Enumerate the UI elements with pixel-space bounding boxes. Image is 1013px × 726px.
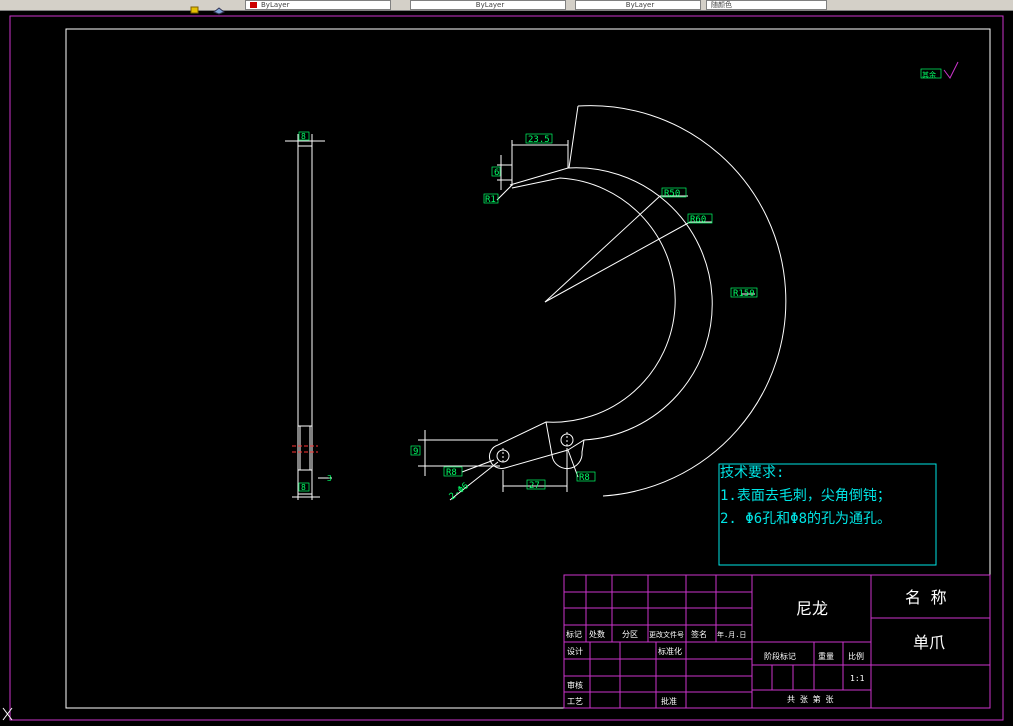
dim-r50: R50 xyxy=(664,189,680,199)
plotstyle-dropdown-value: 随颜色 xyxy=(711,1,732,9)
tech-title: 技术要求: xyxy=(720,465,784,481)
tech-requirements: 技术要求: 1.表面去毛刺，尖角倒钝； 2. Φ6孔和Φ8的孔为通孔。 xyxy=(718,463,937,566)
lineweight-dropdown[interactable]: ByLayer xyxy=(575,0,701,10)
linetype-dropdown[interactable]: ByLayer xyxy=(410,0,566,10)
scale-value: 1:1 xyxy=(850,674,865,683)
dim-6: 6 xyxy=(494,168,499,178)
standard-label: 标准化 xyxy=(658,646,682,656)
layer-manager-icon[interactable] xyxy=(213,0,225,15)
side-view-dims: 8 8 3 xyxy=(298,131,332,492)
review-label: 审核 xyxy=(567,680,583,690)
claw-dims: 23.5 6 R1 R50 R60 R150 9 R8 2-Φ6 27 R8 xyxy=(410,133,758,502)
name-label: 名 称 xyxy=(905,588,947,607)
weight-label: 重量 xyxy=(818,651,834,661)
roughness-label: 其余 xyxy=(922,70,936,79)
tech-line-1: 1.表面去毛刺，尖角倒钝； xyxy=(720,488,891,504)
approve-label: 批准 xyxy=(661,696,677,706)
sheets-text: 共 张 第 张 xyxy=(787,694,833,704)
drawing-canvas[interactable]: 8 8 3 23.5 6 R1 R50 R60 R150 9 R8 2-Φ6 2… xyxy=(0,10,1013,726)
dim-23-5: 23.5 xyxy=(528,135,550,145)
dim-r60: R60 xyxy=(690,215,706,225)
dim-side-width: 8 xyxy=(301,132,306,141)
roughness-symbol: 其余 xyxy=(920,61,959,79)
header-sign: 签名 xyxy=(691,629,707,639)
scale-label: 比例 xyxy=(848,651,864,661)
dim-phi6: 2-Φ6 xyxy=(448,481,471,502)
title-block-text: 尼龙 名 称 单爪 标记 处数 分区 更改文件号 签名 年.月.日 设计 标准化… xyxy=(566,588,947,706)
design-label: 设计 xyxy=(567,646,583,656)
layer-color-swatch xyxy=(250,2,257,8)
dim-r8: R8 xyxy=(446,468,457,478)
dim-r1: R1 xyxy=(485,195,496,205)
dim-r150: R150 xyxy=(733,289,755,299)
process-label: 工艺 xyxy=(567,697,583,706)
layer-state-icon[interactable] xyxy=(190,0,200,14)
tech-line-2: 2. Φ6孔和Φ8的孔为通孔。 xyxy=(720,511,891,527)
layer-dropdown[interactable]: ByLayer xyxy=(245,0,391,10)
linetype-dropdown-value: ByLayer xyxy=(475,1,505,9)
plotstyle-dropdown[interactable]: 随颜色 xyxy=(706,0,827,10)
part-name: 单爪 xyxy=(913,633,945,652)
claw-front-view xyxy=(418,105,787,501)
header-mark: 标记 xyxy=(566,629,582,639)
dim-side-depth: 8 xyxy=(301,483,306,492)
ucs-icon xyxy=(2,707,13,721)
sheet-border xyxy=(9,15,1004,721)
dim-r8-2: R8 xyxy=(579,473,590,483)
header-zone: 分区 xyxy=(622,630,638,639)
header-doc: 更改文件号 xyxy=(649,630,684,639)
dim-9: 9 xyxy=(413,447,418,457)
header-count: 处数 xyxy=(589,629,605,639)
dim-side-thick: 3 xyxy=(327,474,332,483)
side-view xyxy=(285,134,332,500)
dim-27: 27 xyxy=(529,481,540,491)
header-date: 年.月.日 xyxy=(717,630,746,639)
layer-dropdown-value: ByLayer xyxy=(261,1,290,9)
lineweight-dropdown-value: ByLayer xyxy=(625,1,655,9)
material-text: 尼龙 xyxy=(796,599,828,618)
stage-label: 阶段标记 xyxy=(764,651,796,661)
drawing-frame xyxy=(65,28,991,709)
